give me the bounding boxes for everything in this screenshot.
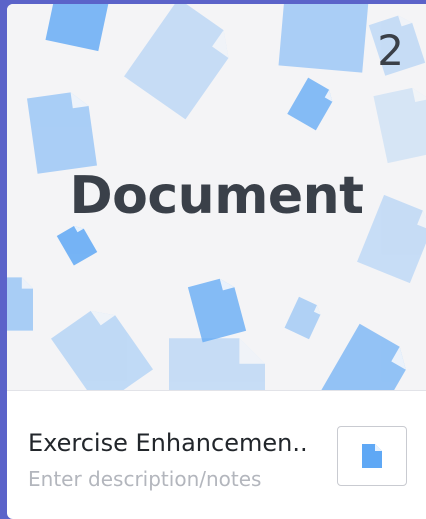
description-notes-field[interactable]: Enter description/notes [28,466,328,492]
document-card[interactable]: 2 Document Exercise Enhancemen.. Enter d… [7,4,426,519]
card-divider [7,390,426,391]
page-count: 2 [377,26,404,75]
thumbnail-title: Document [69,166,364,226]
document-thumbnail[interactable]: 2 Document [7,4,426,390]
document-name[interactable]: Exercise Enhancemen.. [28,428,340,458]
document-type-button[interactable] [337,426,407,486]
document-icon [362,444,382,468]
